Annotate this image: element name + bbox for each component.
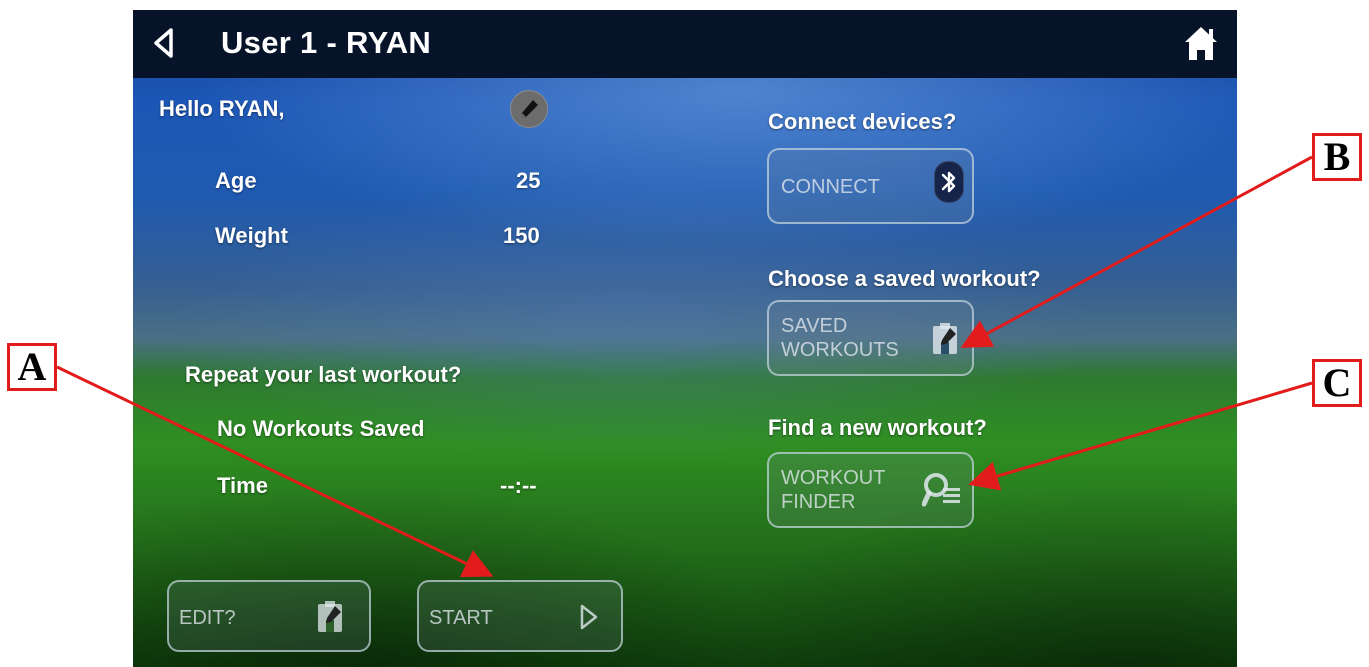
console-screen: User 1 - RYAN Hello RYAN, Age 25 Weight … <box>133 10 1237 667</box>
callout-c-marker: C <box>1312 359 1362 407</box>
edit-button[interactable]: EDIT? <box>167 580 371 652</box>
greeting-text: Hello RYAN, <box>159 96 285 121</box>
home-icon[interactable] <box>1183 24 1219 62</box>
edit-workout-icon <box>318 601 342 632</box>
edit-profile-button[interactable] <box>510 90 548 128</box>
start-button-label: START <box>429 607 493 629</box>
saved-workout-heading: Choose a saved workout? <box>768 266 1041 291</box>
title-bar: User 1 - RYAN <box>133 10 1237 78</box>
callout-a-marker: A <box>7 343 57 391</box>
age-label: Age <box>215 168 257 193</box>
connect-heading: Connect devices? <box>768 109 957 134</box>
time-value: --:-- <box>500 473 537 498</box>
saved-workouts-icon <box>933 323 957 354</box>
age-value: 25 <box>516 168 541 193</box>
find-workout-heading: Find a new workout? <box>768 415 987 440</box>
last-workout-status: No Workouts Saved <box>217 416 425 441</box>
back-triangle-icon[interactable] <box>151 27 177 59</box>
repeat-workout-heading: Repeat your last workout? <box>185 362 462 387</box>
connect-button[interactable]: CONNECT <box>767 148 974 224</box>
play-triangle-icon <box>580 604 598 630</box>
page-title: User 1 - RYAN <box>221 25 432 60</box>
saved-button-line2: WORKOUTS <box>781 339 899 361</box>
pencil-icon <box>521 100 538 118</box>
saved-workouts-button[interactable]: SAVED WORKOUTS <box>767 300 974 376</box>
start-button[interactable]: START <box>417 580 623 652</box>
edit-button-label: EDIT? <box>179 607 236 629</box>
weight-value: 150 <box>503 223 540 248</box>
search-list-icon <box>922 473 960 507</box>
bluetooth-icon <box>934 161 964 203</box>
saved-button-line1: SAVED <box>781 315 848 337</box>
workout-finder-button[interactable]: WORKOUT FINDER <box>767 452 974 528</box>
time-label: Time <box>217 473 268 498</box>
weight-label: Weight <box>215 223 288 248</box>
finder-button-line2: FINDER <box>781 491 856 513</box>
finder-button-line1: WORKOUT <box>781 467 886 489</box>
callout-b-marker: B <box>1312 133 1362 181</box>
connect-button-label: CONNECT <box>781 176 880 198</box>
